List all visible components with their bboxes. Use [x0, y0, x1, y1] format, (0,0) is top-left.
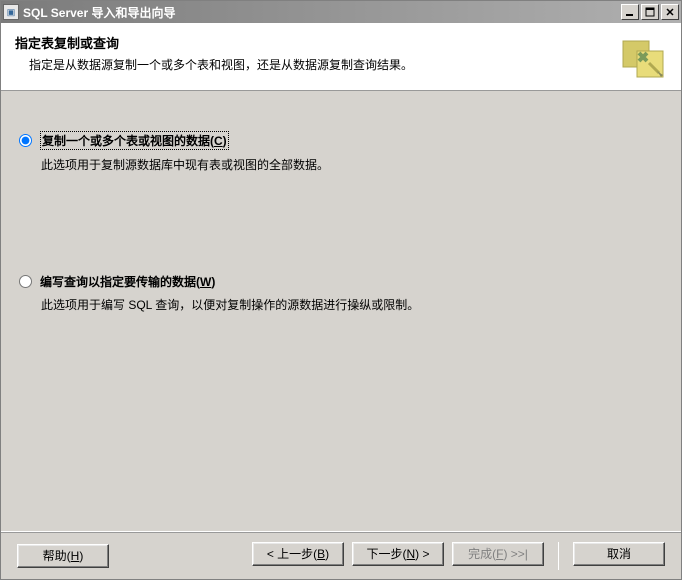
- header-panel: 指定表复制或查询 指定是从数据源复制一个或多个表和视图，还是从数据源复制查询结果…: [1, 23, 681, 91]
- radio-write-query-description: 此选项用于编写 SQL 查询，以便对复制操作的源数据进行操纵或限制。: [19, 296, 663, 313]
- button-separator: [558, 542, 559, 570]
- page-title: 指定表复制或查询: [15, 33, 609, 52]
- radio-copy-tables-description: 此选项用于复制源数据库中现有表或视图的全部数据。: [19, 156, 663, 173]
- radio-write-query[interactable]: [19, 275, 32, 288]
- cancel-button[interactable]: 取消: [573, 542, 665, 566]
- next-button[interactable]: 下一步(N) >: [352, 542, 444, 566]
- back-button[interactable]: < 上一步(B): [252, 542, 344, 566]
- option-copy-tables: 复制一个或多个表或视图的数据(C) 此选项用于复制源数据库中现有表或视图的全部数…: [19, 131, 663, 173]
- close-button[interactable]: [661, 4, 679, 20]
- wizard-window: ▣ SQL Server 导入和导出向导 指定表复制或查询 指定是从数据源复制一…: [0, 0, 682, 580]
- minimize-button[interactable]: [621, 4, 639, 20]
- app-icon: ▣: [3, 4, 19, 20]
- maximize-button[interactable]: [641, 4, 659, 20]
- option-write-query: 编写查询以指定要传输的数据(W) 此选项用于编写 SQL 查询，以便对复制操作的…: [19, 273, 663, 313]
- content-area: 复制一个或多个表或视图的数据(C) 此选项用于复制源数据库中现有表或视图的全部数…: [1, 91, 681, 531]
- footer: 帮助(H) < 上一步(B) 下一步(N) > 完成(F) >>| 取消: [1, 531, 681, 579]
- window-controls: [619, 4, 679, 20]
- window-title: SQL Server 导入和导出向导: [23, 4, 619, 21]
- wizard-icon: [619, 33, 667, 81]
- header-text: 指定表复制或查询 指定是从数据源复制一个或多个表和视图，还是从数据源复制查询结果…: [15, 33, 609, 73]
- finish-button: 完成(F) >>|: [452, 542, 544, 566]
- page-description: 指定是从数据源复制一个或多个表和视图，还是从数据源复制查询结果。: [15, 56, 609, 73]
- radio-write-query-label[interactable]: 编写查询以指定要传输的数据(W): [40, 273, 215, 290]
- radio-copy-tables-label[interactable]: 复制一个或多个表或视图的数据(C): [40, 131, 229, 150]
- help-button[interactable]: 帮助(H): [17, 544, 109, 568]
- titlebar: ▣ SQL Server 导入和导出向导: [1, 1, 681, 23]
- radio-copy-tables[interactable]: [19, 134, 32, 147]
